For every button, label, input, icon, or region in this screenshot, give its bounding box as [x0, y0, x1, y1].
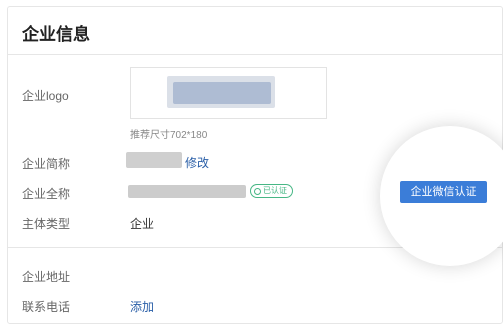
blurred-full-name: [128, 185, 246, 198]
logo-preview[interactable]: [130, 67, 327, 119]
phone-label: 联系电话: [22, 300, 71, 314]
short-name-label: 企业简称: [22, 157, 71, 171]
logo-label: 企业logo: [22, 89, 69, 103]
page-title: 企业信息: [22, 25, 90, 44]
entity-type-value: 企业: [130, 217, 155, 231]
logo-size-hint: 推荐尺寸702*180: [130, 130, 208, 141]
address-label: 企业地址: [22, 270, 71, 284]
entity-type-label: 主体类型: [22, 217, 71, 231]
wechat-verify-button[interactable]: 企业微信认证: [400, 181, 487, 203]
blurred-logo-mark: [173, 82, 271, 104]
edit-short-name-link[interactable]: 修改: [185, 154, 209, 171]
divider: [8, 54, 502, 55]
blurred-short-name: [126, 152, 182, 168]
check-circle-icon: [254, 187, 261, 195]
verified-badge-label: 已认证: [263, 186, 287, 195]
add-phone-link[interactable]: 添加: [130, 298, 154, 315]
verified-badge: 已认证: [250, 184, 293, 198]
full-name-label: 企业全称: [22, 187, 71, 201]
